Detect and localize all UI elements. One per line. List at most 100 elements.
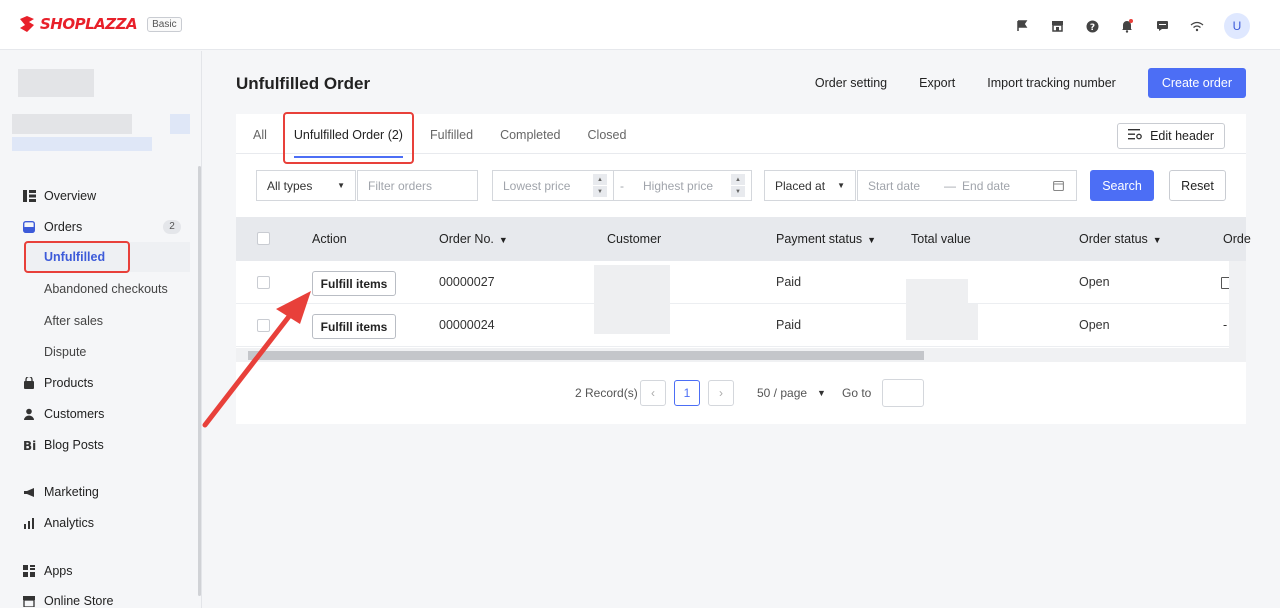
orders-count-badge: 2 — [163, 220, 181, 234]
chevron-down-icon: ▼ — [817, 388, 826, 398]
sidebar-item-dispute[interactable]: Dispute — [44, 345, 86, 359]
wifi-icon[interactable] — [1189, 18, 1205, 34]
chevron-right-icon: › — [719, 386, 723, 400]
create-order-button[interactable]: Create order — [1147, 68, 1246, 98]
step-down-icon[interactable]: ▼ — [731, 186, 745, 197]
search-button[interactable]: Search — [1090, 170, 1154, 201]
start-date-placeholder: Start date — [868, 178, 921, 193]
chat-icon[interactable] — [1154, 18, 1170, 34]
step-up-icon[interactable]: ▲ — [593, 174, 607, 185]
sidebar-item-analytics[interactable]: Analytics — [22, 516, 94, 530]
sidebar-item-customers[interactable]: Customers — [22, 407, 104, 421]
scrollbar-thumb[interactable] — [248, 351, 924, 360]
store-icon[interactable] — [1049, 18, 1065, 34]
price-stepper[interactable]: ▲ ▼ — [731, 174, 745, 197]
store-info-redacted — [12, 114, 132, 134]
column-header-payment-status[interactable]: Payment status ▼ — [776, 232, 876, 246]
filter-orders-input[interactable]: Filter orders — [357, 170, 478, 201]
store-info-redacted — [170, 114, 190, 134]
highest-price-input[interactable]: Highest price ▲ ▼ — [630, 170, 752, 201]
sort-icon: ▼ — [1152, 235, 1162, 245]
sidebar-item-apps[interactable]: Apps — [22, 564, 73, 578]
pagination: 2 Record(s) ‹ 1 › 50 / page ▼ Go to — [236, 378, 1246, 408]
help-icon[interactable]: ? — [1084, 18, 1100, 34]
page-size-value: 50 / page — [757, 386, 808, 400]
page-size-select[interactable]: 50 / page ▼ — [757, 380, 826, 406]
select-all-checkbox[interactable] — [257, 232, 270, 245]
order-number[interactable]: 00000024 — [439, 318, 495, 332]
order-setting-button[interactable]: Order setting — [815, 76, 887, 90]
apps-icon — [22, 564, 36, 578]
total-value-redacted — [906, 279, 968, 305]
date-range-picker[interactable]: Start date — End date — [857, 170, 1077, 201]
sidebar-scrollbar[interactable] — [198, 166, 201, 596]
sidebar-item-blog-posts[interactable]: Bi Blog Posts — [22, 438, 104, 452]
sidebar-item-label: Orders — [44, 220, 83, 234]
table-vertical-scrollbar[interactable] — [1229, 261, 1246, 348]
flag-icon[interactable] — [1014, 18, 1030, 34]
fulfill-items-button[interactable]: Fulfill items — [312, 314, 396, 339]
brand-logo[interactable]: SHOPLAZZA Basic — [18, 15, 182, 33]
customer-redacted — [594, 265, 670, 305]
truncated-cell: - — [1223, 318, 1228, 332]
date-field-select[interactable]: Placed at ▼ — [764, 170, 856, 201]
price-stepper[interactable]: ▲ ▼ — [593, 174, 607, 197]
type-select[interactable]: All types ▼ — [256, 170, 356, 201]
sidebar-item-orders[interactable]: Orders — [22, 220, 82, 234]
top-bar: SHOPLAZZA Basic ? U — [0, 0, 1280, 50]
sidebar-item-overview[interactable]: Overview — [22, 189, 96, 203]
table-horizontal-scrollbar[interactable] — [236, 348, 1246, 362]
sidebar-item-label: Customers — [44, 407, 105, 421]
edit-header-button[interactable]: Edit header — [1117, 123, 1225, 149]
column-header-customer: Customer — [607, 232, 662, 246]
row-checkbox[interactable] — [257, 319, 270, 332]
sidebar-item-after-sales[interactable]: After sales — [44, 314, 103, 328]
export-button[interactable]: Export — [919, 76, 955, 90]
edit-header-label: Edit header — [1150, 129, 1214, 143]
sidebar-item-abandoned-checkouts[interactable]: Abandoned checkouts — [44, 282, 168, 296]
edit-columns-icon — [1128, 129, 1142, 143]
table-row[interactable]: Fulfill items 00000027 Paid Open — [236, 261, 1246, 305]
order-status: Open — [1079, 318, 1110, 332]
page-1-button[interactable]: 1 — [674, 380, 700, 406]
row-checkbox[interactable] — [257, 276, 270, 289]
highest-price-placeholder: Highest price — [643, 178, 714, 193]
sidebar-item-products[interactable]: Products — [22, 376, 93, 390]
sidebar-item-label: Products — [44, 376, 94, 390]
import-tracking-button[interactable]: Import tracking number — [987, 76, 1116, 90]
avatar[interactable]: U — [1224, 13, 1250, 39]
column-header-order-no[interactable]: Order No. ▼ — [439, 232, 508, 246]
order-number[interactable]: 00000027 — [439, 275, 495, 289]
step-up-icon[interactable]: ▲ — [731, 174, 745, 185]
blog-icon: Bi — [22, 438, 36, 452]
order-status: Open — [1079, 275, 1110, 289]
plan-badge: Basic — [147, 16, 182, 32]
type-select-value: All types — [267, 178, 313, 193]
sidebar-item-marketing[interactable]: Marketing — [22, 485, 99, 499]
next-page-button[interactable]: › — [708, 380, 734, 406]
brand-name: SHOPLAZZA — [40, 15, 138, 33]
shoplazza-logo-icon — [18, 15, 36, 33]
goto-label: Go to — [842, 386, 872, 400]
goto-page-input[interactable] — [882, 379, 924, 407]
table-row[interactable]: Fulfill items 00000024 Paid Open - — [236, 304, 1246, 347]
overview-icon — [22, 189, 36, 203]
prev-page-button[interactable]: ‹ — [640, 380, 666, 406]
step-down-icon[interactable]: ▼ — [593, 186, 607, 197]
sidebar-item-online-store[interactable]: Online Store — [22, 594, 113, 608]
column-header-label: Order No. — [439, 232, 494, 246]
sort-icon: ▼ — [867, 235, 877, 245]
fulfill-items-button[interactable]: Fulfill items — [312, 271, 396, 296]
lowest-price-input[interactable]: Lowest price ▲ ▼ — [492, 170, 614, 201]
reset-button[interactable]: Reset — [1169, 170, 1226, 201]
notification-bell-icon[interactable] — [1119, 18, 1135, 34]
online-store-icon — [22, 594, 36, 608]
date-field-value: Placed at — [775, 178, 826, 193]
orders-icon — [22, 220, 36, 234]
chevron-left-icon: ‹ — [651, 386, 655, 400]
svg-text:Bi: Bi — [23, 439, 36, 451]
sidebar-item-label: Overview — [44, 189, 97, 203]
column-header-order-status[interactable]: Order status ▼ — [1079, 232, 1162, 246]
analytics-icon — [22, 516, 36, 530]
sidebar-item-label: Analytics — [44, 516, 95, 530]
